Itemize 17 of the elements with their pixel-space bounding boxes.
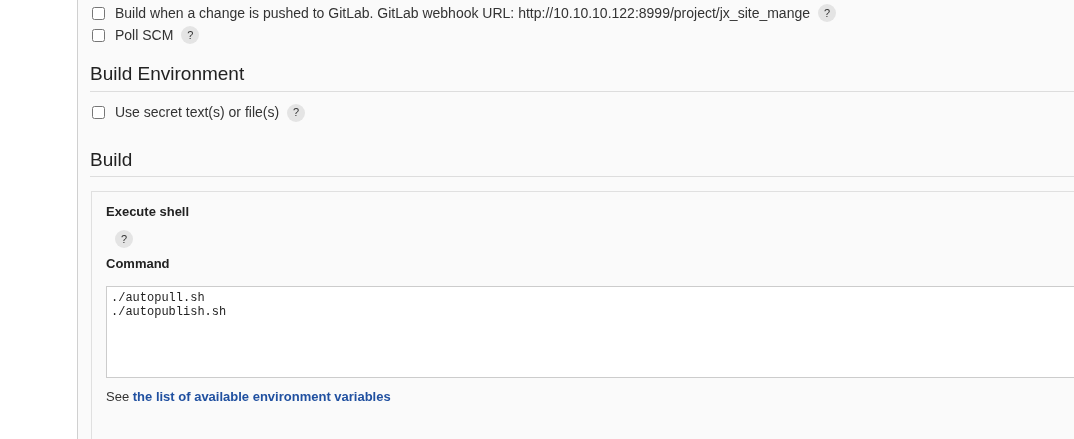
- checkbox[interactable]: [92, 106, 105, 119]
- checkbox[interactable]: [92, 6, 105, 20]
- help-note: See: [106, 389, 130, 404]
- step-title: Execute shell: [106, 203, 191, 221]
- checkbox[interactable]: [92, 28, 105, 42]
- help-icon[interactable]: ?: [181, 26, 200, 44]
- field-label: Command: [106, 254, 171, 273]
- help-icon[interactable]: ?: [115, 229, 133, 248]
- checkbox-label: Build when a change is pushed to GitLab. GitLab webhook URL: http://10.10.10.122:8999/project/jx_site_mange: [115, 3, 811, 23]
- command-field[interactable]: ./autopull.sh ./autopublish.sh: [106, 286, 1074, 378]
- help-icon[interactable]: ?: [818, 4, 837, 22]
- help-icon[interactable]: ?: [287, 103, 306, 122]
- checkbox-label: Poll SCM: [115, 25, 174, 45]
- environment-variables-link[interactable]: the list of available environment variables: [132, 389, 391, 404]
- section-heading: Build: [90, 145, 1074, 177]
- section-heading: Build Environment: [90, 60, 1074, 92]
- checkbox-label: Use secret text(s) or file(s): [115, 103, 280, 122]
